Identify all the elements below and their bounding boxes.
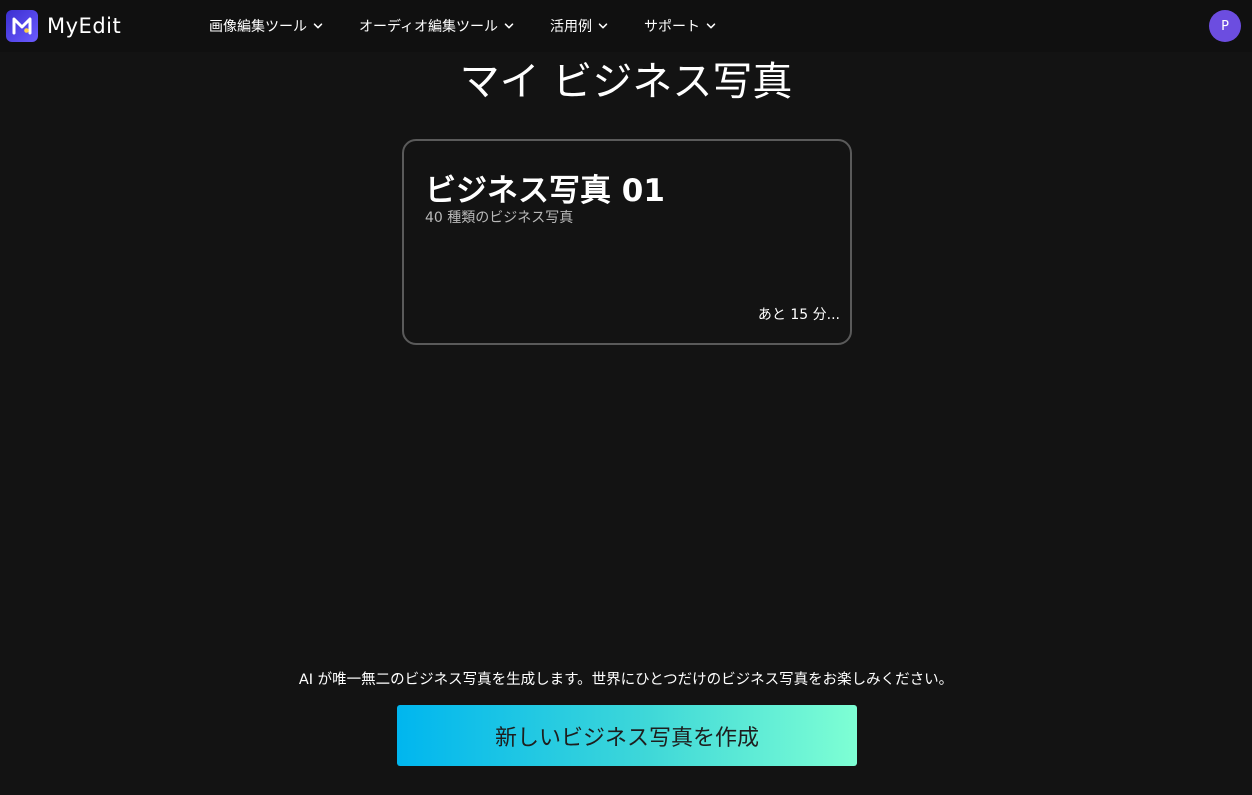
chevron-down-icon [313, 21, 323, 31]
menu-image-editing-tools[interactable]: 画像編集ツール [209, 16, 323, 36]
myedit-logo-icon [6, 10, 38, 42]
chevron-down-icon [598, 21, 608, 31]
user-avatar[interactable]: P [1209, 10, 1241, 42]
create-new-business-photo-button[interactable]: 新しいビジネス写真を作成 [397, 705, 857, 766]
menu-label: 活用例 [550, 19, 593, 35]
project-title: ビジネス写真 01 [425, 173, 665, 209]
menu-audio-editing-tools[interactable]: オーディオ編集ツール [359, 16, 514, 36]
chevron-down-icon [706, 21, 716, 31]
menu-use-cases[interactable]: 活用例 [550, 16, 608, 36]
page-title: マイ ビジネス写真 [459, 59, 793, 105]
menu-label: オーディオ編集ツール [359, 19, 499, 35]
project-status: あと 15 分... [757, 307, 840, 323]
top-navigation-bar: MyEdit 画像編集ツール オーディオ編集ツール 活用例 サポート P [0, 0, 1252, 52]
menu-label: サポート [644, 19, 701, 35]
brand-name: MyEdit [47, 14, 122, 38]
menu-label: 画像編集ツール [209, 19, 307, 35]
main-menu: 画像編集ツール オーディオ編集ツール 活用例 サポート [209, 0, 716, 52]
tagline: AI が唯一無二のビジネス写真を生成します。世界にひとつだけのビジネス写真をお楽… [298, 672, 954, 688]
chevron-down-icon [504, 21, 514, 31]
myedit-logo[interactable]: MyEdit [6, 10, 121, 42]
project-subtitle: 40 種類のビジネス写真 [425, 210, 574, 226]
business-photo-project-card[interactable]: ビジネス写真 01 40 種類のビジネス写真 あと 15 分... [402, 139, 852, 345]
menu-support[interactable]: サポート [644, 16, 716, 36]
